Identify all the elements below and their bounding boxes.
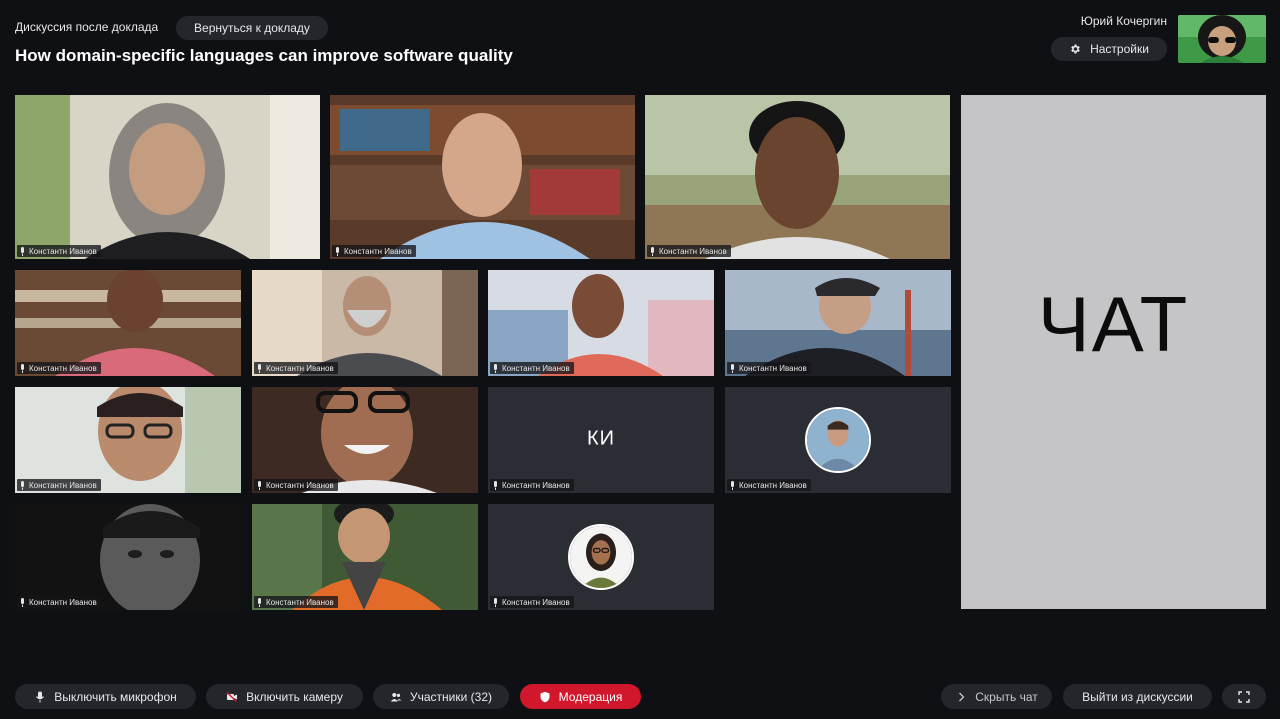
enable-camera-button[interactable]: Включить камеру [206,684,363,709]
participant-name: Константн Иванов [659,246,727,256]
mic-icon [36,691,45,702]
mic-icon [258,363,261,373]
participant-tile[interactable]: Константн Иванов [725,270,951,376]
mic-icon [21,597,24,607]
fullscreen-icon [1238,690,1250,703]
mic-icon [258,480,261,490]
self-video-preview[interactable] [1178,15,1266,63]
participant-tile[interactable]: Константн Иванов [488,270,714,376]
back-to-talk-button[interactable]: Вернуться к докладу [176,16,328,40]
user-name: Юрий Кочергин [1080,14,1167,28]
mic-icon [258,597,261,607]
participant-tile[interactable]: Константн Иванов [488,504,714,610]
participant-tile[interactable]: Константн Иванов [725,387,951,493]
participant-name: Константн Иванов [266,480,334,490]
mic-icon [651,246,654,256]
participant-tile[interactable]: Константн Иванов [252,387,478,493]
mute-mic-label: Выключить микрофон [54,689,177,704]
participant-name: Константн Иванов [502,480,570,490]
gear-icon [1071,44,1080,54]
mute-mic-button[interactable]: Выключить микрофон [15,684,196,709]
page-title: How domain-specific languages can improv… [15,46,513,65]
moderation-label: Модерация [558,689,623,704]
participant-tile[interactable]: Константн Иванов [15,95,320,259]
leave-discussion-label: Выйти из дискуссии [1082,689,1193,704]
participant-name: Константн Иванов [29,597,97,607]
participant-name: Константн Иванов [29,363,97,373]
participant-name: Константн Иванов [29,480,97,490]
participant-name: Константн Иванов [739,363,807,373]
hide-chat-label: Скрыть чат [975,689,1038,704]
mic-icon [494,597,497,607]
mic-icon [21,480,24,490]
users-icon [390,692,402,701]
participant-name: Константн Иванов [502,363,570,373]
avatar [568,524,634,590]
mic-icon [731,363,734,373]
chat-title: ЧАТ [1037,279,1190,368]
mic-icon [494,363,497,373]
chat-panel[interactable]: ЧАТ [961,95,1266,609]
moderation-button[interactable]: Модерация [520,684,641,709]
participant-tile[interactable]: Константн Иванов [252,504,478,610]
chevron-right-icon [959,692,965,701]
leave-discussion-button[interactable]: Выйти из дискуссии [1063,684,1212,709]
participant-tile[interactable]: Константн Иванов [15,504,241,610]
participants-label: Участники (32) [409,689,492,704]
shield-icon [540,691,550,702]
participant-tile[interactable]: Константн Иванов [252,270,478,376]
participant-name: Константн Иванов [502,597,570,607]
participant-tile[interactable]: КИ Константн Иванов [488,387,714,493]
participant-initials: КИ [586,427,616,450]
camera-off-icon [226,691,238,702]
mic-icon [494,480,497,490]
mic-icon [21,246,24,256]
participant-tile[interactable]: Константн Иванов [645,95,950,259]
enable-camera-label: Включить камеру [246,689,343,704]
participant-name: Константн Иванов [344,246,412,256]
settings-button[interactable]: Настройки [1051,37,1167,61]
avatar [805,407,871,473]
participant-name: Константн Иванов [266,363,334,373]
settings-label: Настройки [1090,42,1149,56]
participant-tile[interactable]: Константн Иванов [15,270,241,376]
participant-name: Константн Иванов [29,246,97,256]
mic-icon [21,363,24,373]
mic-icon [731,480,734,490]
fullscreen-button[interactable] [1222,684,1266,709]
participant-name: Константн Иванов [266,597,334,607]
participants-button[interactable]: Участники (32) [373,684,509,709]
hide-chat-button[interactable]: Скрыть чат [941,684,1052,709]
participant-name: Константн Иванов [739,480,807,490]
participant-tile[interactable]: Константн Иванов [330,95,635,259]
discussion-label: Дискуссия после доклада [15,20,159,34]
participant-tile[interactable]: Константн Иванов [15,387,241,493]
mic-icon [336,246,339,256]
